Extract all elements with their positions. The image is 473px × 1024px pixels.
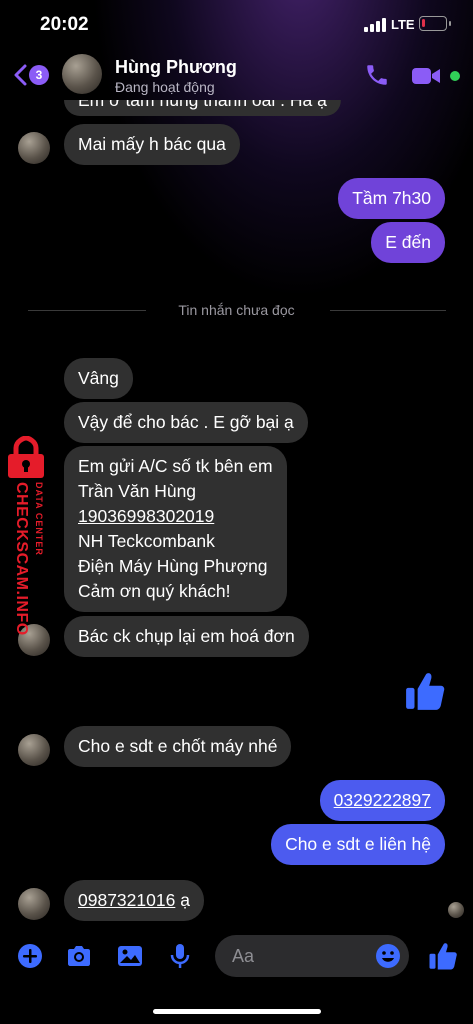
message-bank-details[interactable]: Em gửi A/C số tk bên em Trần Văn Hùng 19… — [64, 446, 287, 612]
message-incoming[interactable]: Mai mấy h bác qua — [64, 124, 240, 165]
message-outgoing[interactable]: E đến — [371, 222, 445, 263]
message-outgoing[interactable]: Tầm 7h30 — [338, 178, 445, 219]
thumbs-up-sent-icon[interactable] — [404, 670, 446, 712]
status-time: 20:02 — [40, 14, 89, 35]
message-incoming-phone[interactable]: 0987321016 ạ — [64, 880, 204, 921]
thumbs-up-icon[interactable] — [428, 941, 458, 971]
contact-name[interactable]: Hùng Phương — [115, 57, 237, 78]
message-incoming[interactable]: Vậy để cho bác . E gỡ bại ạ — [64, 402, 308, 443]
plus-icon[interactable] — [16, 942, 44, 970]
unread-count-badge: 3 — [29, 65, 49, 85]
home-indicator — [153, 1009, 321, 1014]
message-suffix: ạ — [175, 890, 190, 910]
read-receipt-avatar — [448, 902, 464, 918]
online-status-dot — [450, 71, 460, 81]
message-incoming[interactable]: Vâng — [64, 358, 133, 399]
message-line: NH Teckcombank — [78, 531, 215, 551]
message-composer: Aa — [0, 930, 473, 986]
contact-avatar[interactable] — [62, 54, 102, 94]
message-outgoing[interactable]: Cho e sdt e liên hệ — [271, 824, 445, 865]
sender-avatar[interactable] — [18, 888, 50, 920]
account-number-link[interactable]: 19036998302019 — [78, 504, 273, 529]
phone-number-link[interactable]: 0329222897 — [334, 790, 431, 810]
message-line: Trần Văn Hùng — [78, 481, 197, 501]
checkscam-watermark: CHECKSCAM.INFO DATA CENTER — [0, 436, 50, 668]
microphone-icon[interactable] — [166, 942, 194, 970]
watermark-subtitle: DATA CENTER — [34, 482, 44, 556]
message-line: Em gửi A/C số tk bên em — [78, 456, 273, 476]
camera-icon[interactable] — [65, 942, 93, 970]
chat-header: 3 Hùng Phương Đang hoạt động — [0, 48, 473, 100]
emoji-icon[interactable] — [374, 942, 402, 970]
unread-divider-label: Tin nhắn chưa đọc — [178, 302, 295, 318]
phone-icon[interactable] — [364, 62, 390, 88]
contact-status: Đang hoạt động — [115, 79, 215, 95]
back-chevron-icon[interactable] — [13, 64, 27, 86]
message-incoming[interactable]: Bác ck chụp lại em hoá đơn — [64, 616, 309, 657]
network-type: LTE — [391, 17, 415, 32]
video-camera-icon[interactable] — [411, 66, 441, 86]
padlock-icon — [8, 436, 44, 478]
status-bar: 20:02 LTE — [0, 0, 473, 48]
message-incoming[interactable]: Cho e sdt e chốt máy nhé — [64, 726, 292, 767]
cellular-signal-icon — [364, 18, 388, 32]
sender-avatar[interactable] — [18, 734, 50, 766]
gallery-icon[interactable] — [116, 942, 144, 970]
phone-number-link[interactable]: 0987321016 — [78, 890, 175, 910]
message-outgoing-phone[interactable]: 0329222897 — [319, 780, 445, 821]
message-line: Cảm ơn quý khách! — [78, 581, 231, 601]
sender-avatar[interactable] — [18, 132, 50, 164]
message-input-placeholder: Aa — [232, 946, 255, 966]
watermark-brand: CHECKSCAM.INFO — [13, 482, 30, 636]
battery-icon — [419, 16, 451, 31]
battery-level-fill — [422, 19, 425, 27]
message-line: Điện Máy Hùng Phượng — [78, 556, 268, 576]
